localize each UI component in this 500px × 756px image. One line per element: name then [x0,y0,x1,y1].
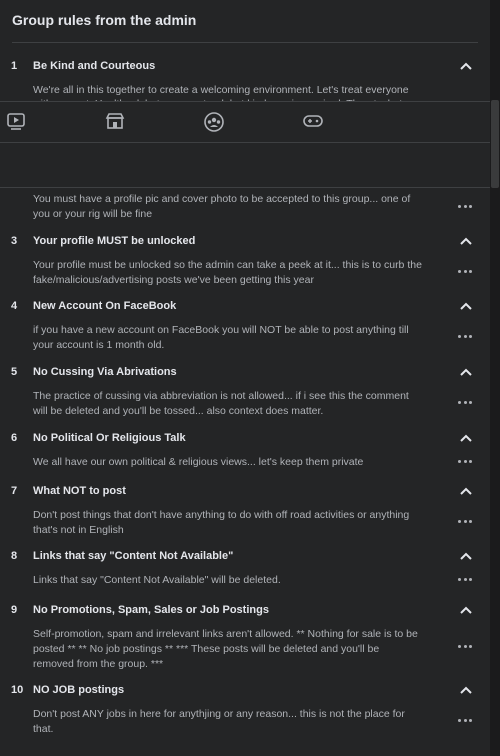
collapse-chevron-icon[interactable] [459,301,473,311]
more-options-icon[interactable] [458,576,472,582]
rule-1-number: 1 [11,60,18,72]
rule-title: New Account On FaceBook [33,300,177,312]
rule-number: 5 [11,366,18,378]
rule-body-line-2: your account is 1 month old. [33,339,165,351]
rule-2-more-icon[interactable] [458,203,472,209]
more-options-icon[interactable] [458,518,472,524]
more-options-icon[interactable] [458,399,472,405]
rule-title: What NOT to post [33,485,126,497]
rule-number: 9 [11,604,18,616]
collapse-chevron-icon[interactable] [459,433,473,443]
rule-title: Your profile MUST be unlocked [33,235,196,247]
rule-body-line-2: fake/malicious/advertising posts we've b… [33,274,314,286]
rule-body-line-1: Don't post ANY jobs in here for anythjin… [33,708,405,720]
gaming-icon[interactable] [302,112,324,132]
more-options-icon[interactable] [458,717,472,723]
marketplace-icon[interactable] [105,112,127,132]
rule-title: No Political Or Religious Talk [33,432,186,444]
collapse-chevron-icon[interactable] [459,685,473,695]
rule-title: NO JOB postings [33,684,125,696]
scrollbar-track[interactable] [490,0,500,756]
rule-body-line-2: that. [33,723,54,735]
rule-title: No Promotions, Spam, Sales or Job Postin… [33,604,269,616]
rule-body-line-1: Your profile must be unlocked so the adm… [33,259,422,271]
rule-number: 8 [11,550,18,562]
rule-number: 7 [11,485,18,497]
nav-divider [0,142,490,143]
watch-icon[interactable] [6,112,28,132]
header-divider [12,42,478,43]
scrollbar-thumb[interactable] [491,100,499,188]
rule-body-line-1: Self-promotion, spam and irrelevant link… [33,628,418,640]
rule-body-line-1: Don't post things that don't have anythi… [33,509,410,521]
rule-title: Links that say "Content Not Available" [33,550,234,562]
rule-body-line-1: Links that say "Content Not Available" w… [33,574,281,586]
rule-body-line-1: We all have our own political & religiou… [33,456,364,468]
more-options-icon[interactable] [458,268,472,274]
rule-body-line-1: The practice of cussing via abbreviation… [33,390,409,402]
more-options-icon[interactable] [458,333,472,339]
collapse-chevron-icon[interactable] [459,486,473,496]
collapse-chevron-icon[interactable] [459,551,473,561]
more-options-icon[interactable] [458,458,472,464]
rule-number: 4 [11,300,18,312]
collapse-chevron-icon[interactable] [459,236,473,246]
collapse-chevron-icon[interactable] [459,367,473,377]
rule-body-line-3: removed from the group. *** [33,658,164,670]
rule-number: 6 [11,432,18,444]
collapse-chevron-icon[interactable] [459,605,473,615]
rule-1-title: Be Kind and Courteous [33,60,156,72]
more-options-icon[interactable] [458,643,472,649]
rule-1-collapse-chevron-icon[interactable] [459,61,473,71]
rule-body-line-2: posted ** ** No job postings ** *** Thes… [33,643,380,655]
rule-body-line-2: will be deleted and you'll be tossed... … [33,405,324,417]
rule-2-body-line-1: You must have a profile pic and cover ph… [33,193,411,205]
panel-title: Group rules from the admin [12,12,197,28]
nav-bar [0,101,490,188]
rule-body-line-1: if you have a new account on FaceBook yo… [33,324,409,336]
rule-2-body-line-2: you or your rig will be fine [33,208,153,220]
rule-body-line-2: that's not in English [33,524,124,536]
rule-title: No Cussing Via Abrivations [33,366,177,378]
rule-number: 10 [11,684,24,696]
groups-icon[interactable] [203,112,225,132]
rule-number: 3 [11,235,18,247]
